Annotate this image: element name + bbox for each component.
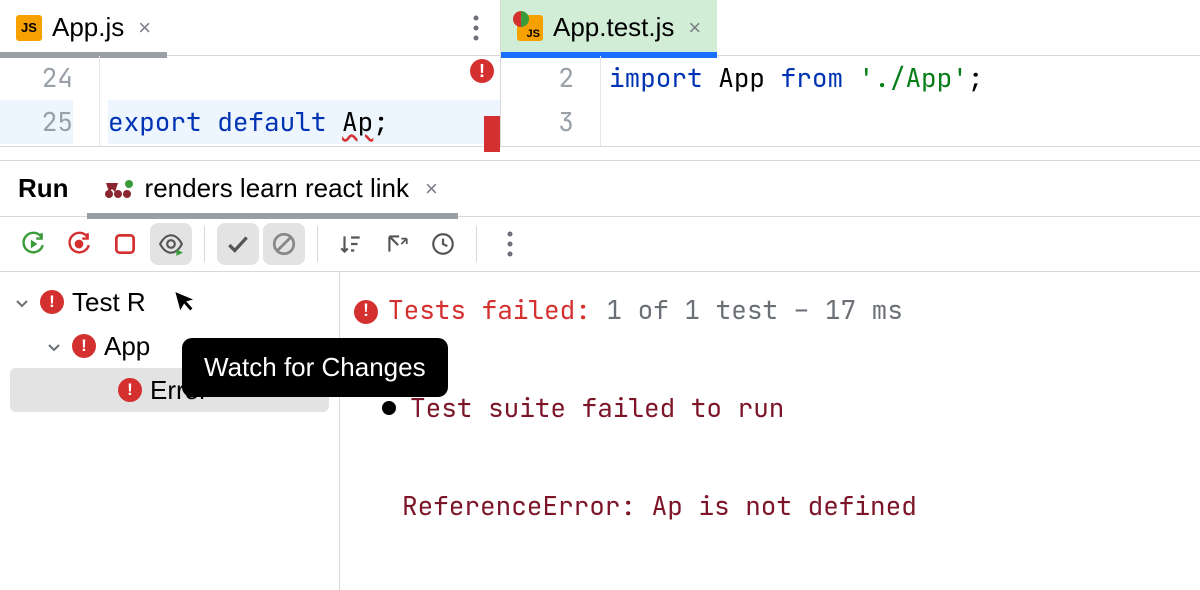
show-ignored-button[interactable]: [263, 223, 305, 265]
expand-all-button[interactable]: [376, 223, 418, 265]
tree-label: Test R: [72, 287, 146, 318]
test-output[interactable]: !Tests failed: 1 of 1 test – 17 ms Test …: [340, 272, 1200, 590]
more-icon[interactable]: [452, 15, 500, 41]
tooltip: Watch for Changes: [182, 338, 448, 397]
error-stripe[interactable]: [484, 116, 500, 152]
editor-right[interactable]: 2 3 import App from './App';: [500, 56, 1200, 146]
rerun-button[interactable]: [12, 223, 54, 265]
tab-label: App.js: [52, 12, 124, 43]
sort-button[interactable]: [330, 223, 372, 265]
tab-label: App.test.js: [553, 12, 674, 43]
more-icon[interactable]: [489, 223, 531, 265]
close-icon[interactable]: ×: [421, 176, 442, 202]
tree-label: App: [104, 331, 150, 362]
output-suite-fail: Test suite failed to run: [354, 384, 1200, 432]
run-toolbar: [0, 216, 1200, 272]
tab-app-js[interactable]: JS App.js ×: [0, 0, 167, 55]
chevron-down-icon: [14, 287, 32, 318]
js-test-file-icon: JS: [517, 15, 543, 41]
editor-left[interactable]: 24 25 export default Ap; !: [0, 56, 500, 146]
jest-icon: [103, 178, 133, 200]
show-passed-button[interactable]: [217, 223, 259, 265]
close-icon[interactable]: ×: [684, 15, 705, 41]
tree-root[interactable]: ! Test R: [0, 280, 339, 324]
run-panel-title: Run: [18, 173, 69, 204]
output-summary: !Tests failed: 1 of 1 test – 17 ms: [354, 286, 1200, 334]
code-line: import App from './App';: [609, 56, 1200, 100]
error-icon: !: [118, 378, 142, 402]
error-icon: !: [354, 300, 378, 324]
error-icon: !: [40, 290, 64, 314]
code-area[interactable]: export default Ap;: [100, 56, 500, 146]
run-config-label: renders learn react link: [145, 173, 409, 204]
run-config-tab[interactable]: renders learn react link ×: [93, 161, 452, 216]
editor-tabs: JS App.js × JS App.test.js ×: [0, 0, 1200, 56]
stop-button[interactable]: [104, 223, 146, 265]
editor-split: 24 25 export default Ap; ! 2 3 import Ap…: [0, 56, 1200, 146]
gutter: 2 3: [501, 56, 601, 146]
error-icon: !: [72, 334, 96, 358]
close-icon[interactable]: ×: [134, 15, 155, 41]
test-tree[interactable]: ! Test R ! App ! Error: [0, 272, 340, 590]
code-line: export default Ap;: [108, 100, 500, 144]
line-number: 2: [501, 56, 574, 100]
js-file-icon: JS: [16, 15, 42, 41]
rerun-failed-button[interactable]: [58, 223, 100, 265]
line-number: 25: [0, 100, 73, 144]
bullet-icon: [382, 401, 396, 415]
line-number: 24: [0, 56, 73, 100]
gutter: 24 25: [0, 56, 100, 146]
run-panel-header: Run renders learn react link ×: [0, 160, 1200, 216]
output-error-detail: ReferenceError: Ap is not defined: [354, 482, 1200, 530]
tab-app-test-js[interactable]: JS App.test.js ×: [501, 0, 717, 55]
error-badge-icon[interactable]: !: [470, 59, 494, 83]
watch-changes-button[interactable]: [150, 223, 192, 265]
code-area[interactable]: import App from './App';: [601, 56, 1200, 146]
history-button[interactable]: [422, 223, 464, 265]
chevron-down-icon: [46, 331, 64, 362]
line-number: 3: [501, 100, 574, 144]
